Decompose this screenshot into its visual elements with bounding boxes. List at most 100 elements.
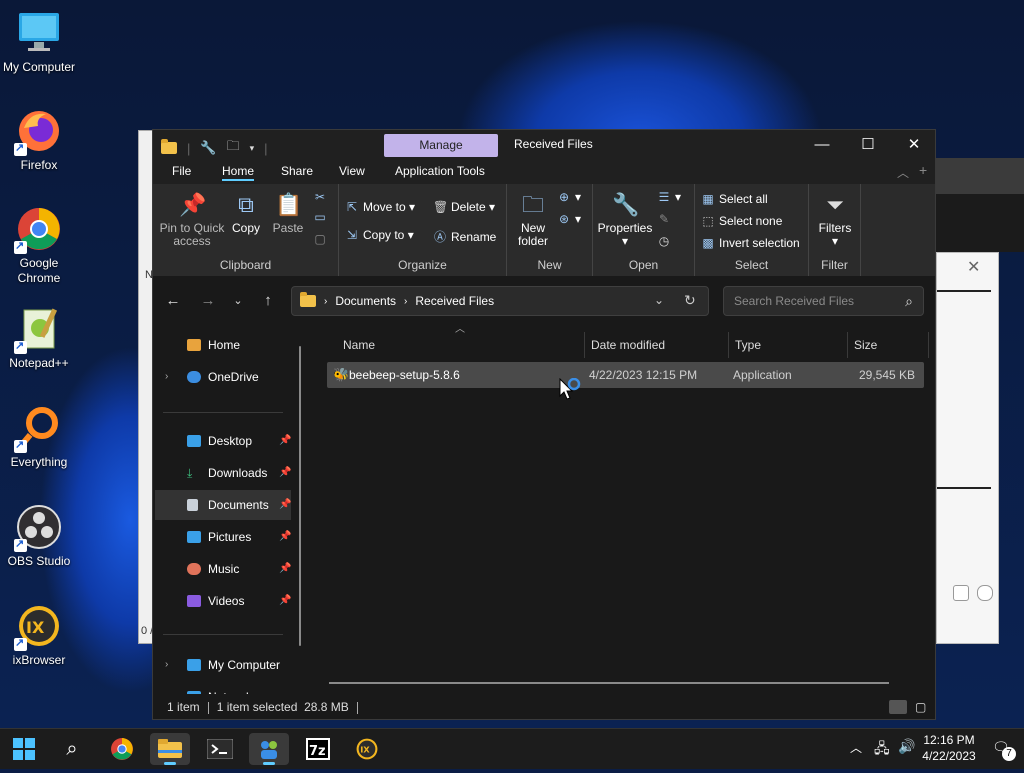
chevron-right-icon[interactable]: › <box>165 362 168 392</box>
file-row[interactable]: 🐝 beebeep-setup-5.8.6 4/22/2023 12:15 PM… <box>327 362 924 388</box>
invert-selection-button[interactable]: ▩ Invert selection <box>701 236 800 250</box>
up-button[interactable]: ↑ <box>257 290 279 312</box>
tiles-view-button[interactable]: ▢ <box>915 694 926 720</box>
desktop-icon-my-computer[interactable]: My Computer <box>0 10 78 75</box>
move-to-button[interactable]: ⇱ Move to ▾ <box>345 200 415 214</box>
nav-item-pictures[interactable]: Pictures 📌 <box>155 522 291 552</box>
close-icon[interactable]: ✕ <box>967 257 980 277</box>
column-type[interactable]: Type <box>735 332 761 358</box>
chevron-right-icon[interactable]: › <box>165 650 168 680</box>
recent-locations-button[interactable]: ⌄ <box>227 290 249 312</box>
clock[interactable]: 12:16 PM 4/22/2023 <box>918 732 980 764</box>
tab-view[interactable]: View <box>339 164 365 178</box>
nav-item-network[interactable]: › Network <box>155 682 291 694</box>
easy-access-button[interactable]: ⊛ ▾ <box>557 212 581 226</box>
taskbar-beebeep[interactable] <box>249 733 289 765</box>
column-separator[interactable] <box>847 332 848 358</box>
chevron-down-icon[interactable]: ▾ <box>250 143 255 154</box>
show-hidden-icons-button[interactable]: ︿ <box>850 739 862 756</box>
desktop-icon-obs[interactable]: OBS Studio <box>0 504 78 569</box>
tab-share[interactable]: Share <box>281 164 313 178</box>
nav-item-videos[interactable]: Videos 📌 <box>155 586 291 616</box>
tab-application-tools[interactable]: Application Tools <box>395 164 485 178</box>
taskbar-terminal[interactable] <box>200 733 240 765</box>
group-label: Organize <box>398 258 447 272</box>
pin-quick-access-button[interactable]: 📌 Pin to Quick access <box>159 192 225 248</box>
nav-item-documents[interactable]: Documents 📌 <box>155 490 291 520</box>
notification-center-button[interactable]: 🗨 7 <box>992 739 1016 761</box>
taskbar-7zip[interactable]: 7z <box>298 733 338 765</box>
address-bar[interactable]: › Documents › Received Files ⌄ ↻ <box>291 286 709 316</box>
firefox-icon <box>14 108 62 156</box>
nav-item-home[interactable]: Home <box>155 330 291 360</box>
column-size[interactable]: Size <box>854 332 877 358</box>
desktop-icon-chrome[interactable]: Google Chrome <box>0 206 78 286</box>
delete-button[interactable]: 🗑 Delete ▾ <box>433 200 495 214</box>
history-button[interactable]: ◷ <box>657 234 675 248</box>
new-folder-icon[interactable]: 🗀 <box>227 137 240 159</box>
cut-button[interactable]: ✂ <box>313 190 331 204</box>
desktop-icon-ixbrowser[interactable]: IX ixBrowser <box>0 603 78 668</box>
breadcrumb-documents[interactable]: Documents <box>335 294 396 308</box>
nav-item-desktop[interactable]: Desktop 📌 <box>155 426 291 456</box>
rename-button[interactable]: Ⓐ Rename <box>433 228 496 245</box>
collapse-ribbon-icon[interactable]: ︿ <box>897 164 909 181</box>
start-button[interactable] <box>4 733 44 765</box>
close-button[interactable]: ✕ <box>891 130 937 160</box>
horizontal-scrollbar[interactable] <box>329 682 889 684</box>
refresh-icon[interactable]: ↻ <box>684 292 696 309</box>
document-icon[interactable] <box>953 585 969 601</box>
column-name[interactable]: Name <box>343 332 375 358</box>
network-icon[interactable]: 🖧 <box>874 738 890 762</box>
select-none-button[interactable]: ⬚ Select none <box>701 214 782 228</box>
search-button[interactable]: ⌕ <box>52 733 92 765</box>
taskbar-file-explorer[interactable] <box>150 733 190 765</box>
chevron-down-icon[interactable]: ⌄ <box>654 293 664 307</box>
paste-button[interactable]: 📋 Paste <box>271 192 305 235</box>
properties-button[interactable]: 🔧 Properties ▾ <box>597 192 653 248</box>
scrollbar[interactable] <box>299 346 301 646</box>
pin-ribbon-icon[interactable]: + <box>919 162 927 178</box>
taskbar-chrome[interactable] <box>102 733 142 765</box>
copy-path-button[interactable]: ▭ <box>313 210 331 224</box>
tab-home[interactable]: Home <box>222 164 255 181</box>
paste-shortcut-icon: ▢ <box>314 232 326 246</box>
invert-selection-label: Invert selection <box>719 236 800 250</box>
nav-item-my-computer[interactable]: › My Computer <box>155 650 291 680</box>
file-type: Application <box>733 368 792 382</box>
column-separator[interactable] <box>584 332 585 358</box>
breadcrumb-received-files[interactable]: Received Files <box>415 294 494 308</box>
copy-to-button[interactable]: ⇲ Copy to ▾ <box>345 228 414 242</box>
column-separator[interactable] <box>928 332 929 358</box>
search-icon[interactable]: ⌕ <box>905 293 913 310</box>
manage-tab[interactable]: Manage <box>384 134 498 157</box>
nav-item-music[interactable]: Music 📌 <box>155 554 291 584</box>
search-input[interactable] <box>732 293 896 309</box>
clock-icon[interactable] <box>977 585 993 601</box>
nav-item-downloads[interactable]: ⤓ Downloads 📌 <box>155 458 291 488</box>
taskbar-ixbrowser[interactable]: IX <box>347 733 387 765</box>
nav-item-onedrive[interactable]: › OneDrive <box>155 362 291 392</box>
new-folder-button[interactable]: 🗀 New folder <box>513 192 553 248</box>
copy-button[interactable]: ⧉ Copy <box>229 192 263 235</box>
details-view-button[interactable] <box>889 700 907 714</box>
new-item-button[interactable]: ⊕ ▾ <box>557 190 581 204</box>
tab-file[interactable]: File <box>172 164 191 178</box>
desktop-icon-notepadpp[interactable]: Notepad++ <box>0 306 78 371</box>
column-separator[interactable] <box>728 332 729 358</box>
back-button[interactable]: ← <box>162 290 184 312</box>
desktop-icon-everything[interactable]: Everything <box>0 405 78 470</box>
volume-icon[interactable]: 🔊 <box>898 738 915 755</box>
filters-button[interactable]: ⏷ Filters ▾ <box>813 192 857 248</box>
edit-button[interactable]: ✎ <box>657 212 675 226</box>
chevron-right-icon[interactable]: › <box>165 682 168 694</box>
maximize-button[interactable]: ☐ <box>845 130 891 160</box>
select-all-button[interactable]: ▦ Select all <box>701 192 767 206</box>
column-date-modified[interactable]: Date modified <box>591 332 665 358</box>
forward-button[interactable]: → <box>197 290 219 312</box>
desktop-icon-firefox[interactable]: Firefox <box>0 108 78 173</box>
open-button[interactable]: ☰ ▾ <box>657 190 681 204</box>
minimize-button[interactable]: — <box>799 130 845 160</box>
paste-shortcut-button[interactable]: ▢ <box>313 232 331 246</box>
properties-icon[interactable]: 🔧 <box>200 140 216 156</box>
